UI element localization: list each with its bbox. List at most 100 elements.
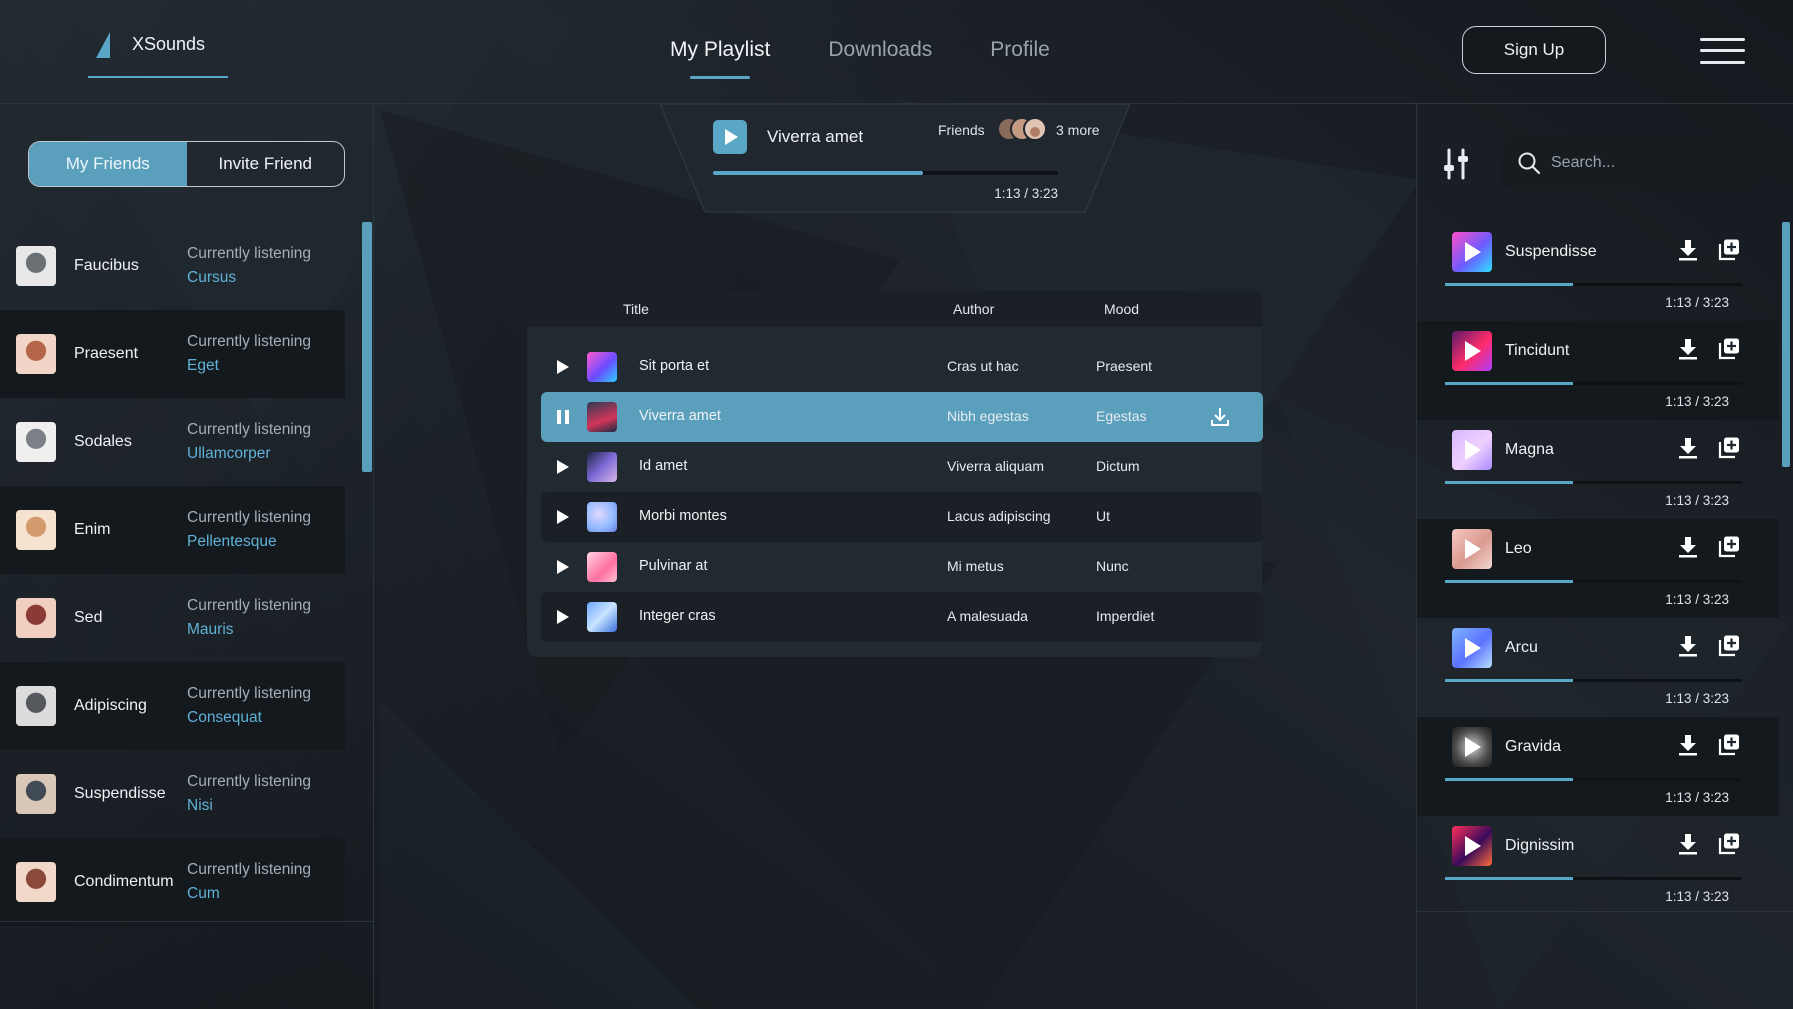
download-icon[interactable]: [1677, 832, 1699, 856]
song-name: Gravida: [1505, 738, 1562, 755]
add-to-playlist-icon[interactable]: [1717, 634, 1741, 658]
song-progress[interactable]: [1445, 679, 1742, 682]
tab-my-friends[interactable]: My Friends: [29, 142, 187, 186]
divider: [0, 921, 374, 922]
friend-name: Praesent: [74, 345, 139, 362]
song-item[interactable]: Tincidunt 1:13 / 3:23: [1417, 321, 1779, 420]
listening-track[interactable]: Consequat: [187, 709, 311, 727]
song-item[interactable]: Leo 1:13 / 3:23: [1417, 519, 1779, 618]
play-icon[interactable]: [555, 359, 571, 375]
song-item[interactable]: Magna 1:13 / 3:23: [1417, 420, 1779, 519]
now-playing-friends-label: Friends: [938, 122, 985, 138]
add-to-playlist-icon[interactable]: [1717, 238, 1741, 262]
avatar: [16, 510, 56, 550]
song-artwork-play-button[interactable]: [1452, 232, 1492, 272]
equalizer-filter-icon[interactable]: [1443, 148, 1469, 180]
friends-scrollbar[interactable]: [362, 222, 372, 472]
play-icon[interactable]: [555, 459, 571, 475]
song-artwork-play-button[interactable]: [1452, 430, 1492, 470]
friend-name: Condimentum: [74, 873, 174, 890]
tab-my-playlist[interactable]: My Playlist: [670, 0, 770, 104]
play-icon[interactable]: [555, 609, 571, 625]
friend-row[interactable]: Praesent Currently listening Eget: [0, 310, 345, 398]
table-row[interactable]: Sit porta et Cras ut hac Praesent: [541, 342, 1263, 392]
friend-row[interactable]: Sed Currently listening Mauris: [0, 574, 345, 662]
tab-downloads[interactable]: Downloads: [828, 0, 932, 104]
add-to-playlist-icon[interactable]: [1717, 535, 1741, 559]
listening-track[interactable]: Cum: [187, 885, 311, 903]
now-playing-more-friends[interactable]: 3 more: [1056, 122, 1100, 138]
friend-row[interactable]: Adipiscing Currently listening Consequat: [0, 662, 345, 750]
friend-name: Sed: [74, 609, 103, 626]
song-artwork-play-button[interactable]: [1452, 826, 1492, 866]
song-item[interactable]: Gravida 1:13 / 3:23: [1417, 717, 1779, 816]
search-icon: [1518, 152, 1541, 175]
listening-track[interactable]: Eget: [187, 357, 311, 375]
play-icon[interactable]: [555, 509, 571, 525]
tab-invite-friend[interactable]: Invite Friend: [187, 142, 345, 186]
add-to-playlist-icon[interactable]: [1717, 337, 1741, 361]
download-icon[interactable]: [1677, 634, 1699, 658]
songs-scrollbar[interactable]: [1782, 222, 1790, 467]
listening-track[interactable]: Nisi: [187, 797, 311, 815]
play-icon: [725, 129, 738, 145]
song-progress[interactable]: [1445, 877, 1742, 880]
table-row[interactable]: Morbi montes Lacus adipiscing Ut: [541, 492, 1263, 542]
menu-icon[interactable]: [1700, 38, 1745, 64]
track-thumbnail: [587, 602, 617, 632]
download-icon[interactable]: [1677, 337, 1699, 361]
download-icon[interactable]: [1677, 535, 1699, 559]
pause-icon[interactable]: [555, 409, 571, 425]
listening-status: Currently listening: [187, 245, 312, 262]
play-icon: [1465, 440, 1481, 460]
track-title: Morbi montes: [639, 508, 727, 524]
song-progress[interactable]: [1445, 778, 1742, 781]
song-item[interactable]: Arcu 1:13 / 3:23: [1417, 618, 1779, 717]
table-row[interactable]: Id amet Viverra aliquam Dictum: [541, 442, 1263, 492]
listening-track[interactable]: Pellentesque: [187, 533, 311, 551]
friends-panel: My Friends Invite Friend Faucibus Current…: [0, 104, 374, 1009]
table-row[interactable]: Viverra amet Nibh egestas Egestas: [541, 392, 1263, 442]
download-icon[interactable]: [1677, 436, 1699, 460]
add-to-playlist-icon[interactable]: [1717, 436, 1741, 460]
main-nav: My Playlist Downloads Profile: [670, 0, 1050, 104]
download-icon[interactable]: [1677, 733, 1699, 757]
friend-row[interactable]: Suspendisse Currently listening Nisi: [0, 750, 345, 838]
song-progress[interactable]: [1445, 382, 1742, 385]
table-row[interactable]: Pulvinar at Mi metus Nunc: [541, 542, 1263, 592]
track-thumbnail: [587, 402, 617, 432]
song-artwork-play-button[interactable]: [1452, 529, 1492, 569]
listening-track[interactable]: Cursus: [187, 269, 311, 287]
download-icon[interactable]: [1209, 406, 1231, 428]
add-to-playlist-icon[interactable]: [1717, 733, 1741, 757]
brand[interactable]: XSounds: [88, 24, 228, 78]
song-item[interactable]: Suspendisse 1:13 / 3:23: [1417, 222, 1779, 321]
tab-profile[interactable]: Profile: [990, 0, 1050, 104]
song-item[interactable]: Dignissim 1:13 / 3:23: [1417, 816, 1779, 915]
track-mood: Ut: [1096, 508, 1110, 524]
song-artwork-play-button[interactable]: [1452, 727, 1492, 767]
listening-track[interactable]: Ullamcorper: [187, 445, 311, 463]
search-input[interactable]: [1551, 151, 1746, 175]
song-artwork-play-button[interactable]: [1452, 331, 1492, 371]
add-to-playlist-icon[interactable]: [1717, 832, 1741, 856]
friend-row[interactable]: Enim Currently listening Pellentesque: [0, 486, 345, 574]
song-progress[interactable]: [1445, 283, 1742, 286]
listening-track[interactable]: Mauris: [187, 621, 311, 639]
track-mood: Nunc: [1096, 558, 1129, 574]
song-progress[interactable]: [1445, 580, 1742, 583]
now-play-button[interactable]: [713, 120, 747, 154]
play-icon: [1465, 737, 1481, 757]
friend-row[interactable]: Condimentum Currently listening Cum: [0, 838, 345, 926]
download-icon[interactable]: [1677, 238, 1699, 262]
song-artwork-play-button[interactable]: [1452, 628, 1492, 668]
friend-row[interactable]: Faucibus Currently listening Cursus: [0, 222, 345, 310]
track-author: Viverra aliquam: [947, 458, 1045, 474]
table-row[interactable]: Integer cras A malesuada Imperdiet: [541, 592, 1263, 642]
now-playing-progress[interactable]: [713, 171, 1058, 175]
friend-row[interactable]: Sodales Currently listening Ullamcorper: [0, 398, 345, 486]
play-icon[interactable]: [555, 559, 571, 575]
song-progress[interactable]: [1445, 481, 1742, 484]
friends-avatars[interactable]: [996, 116, 1056, 142]
sign-up-button[interactable]: Sign Up: [1462, 26, 1606, 74]
